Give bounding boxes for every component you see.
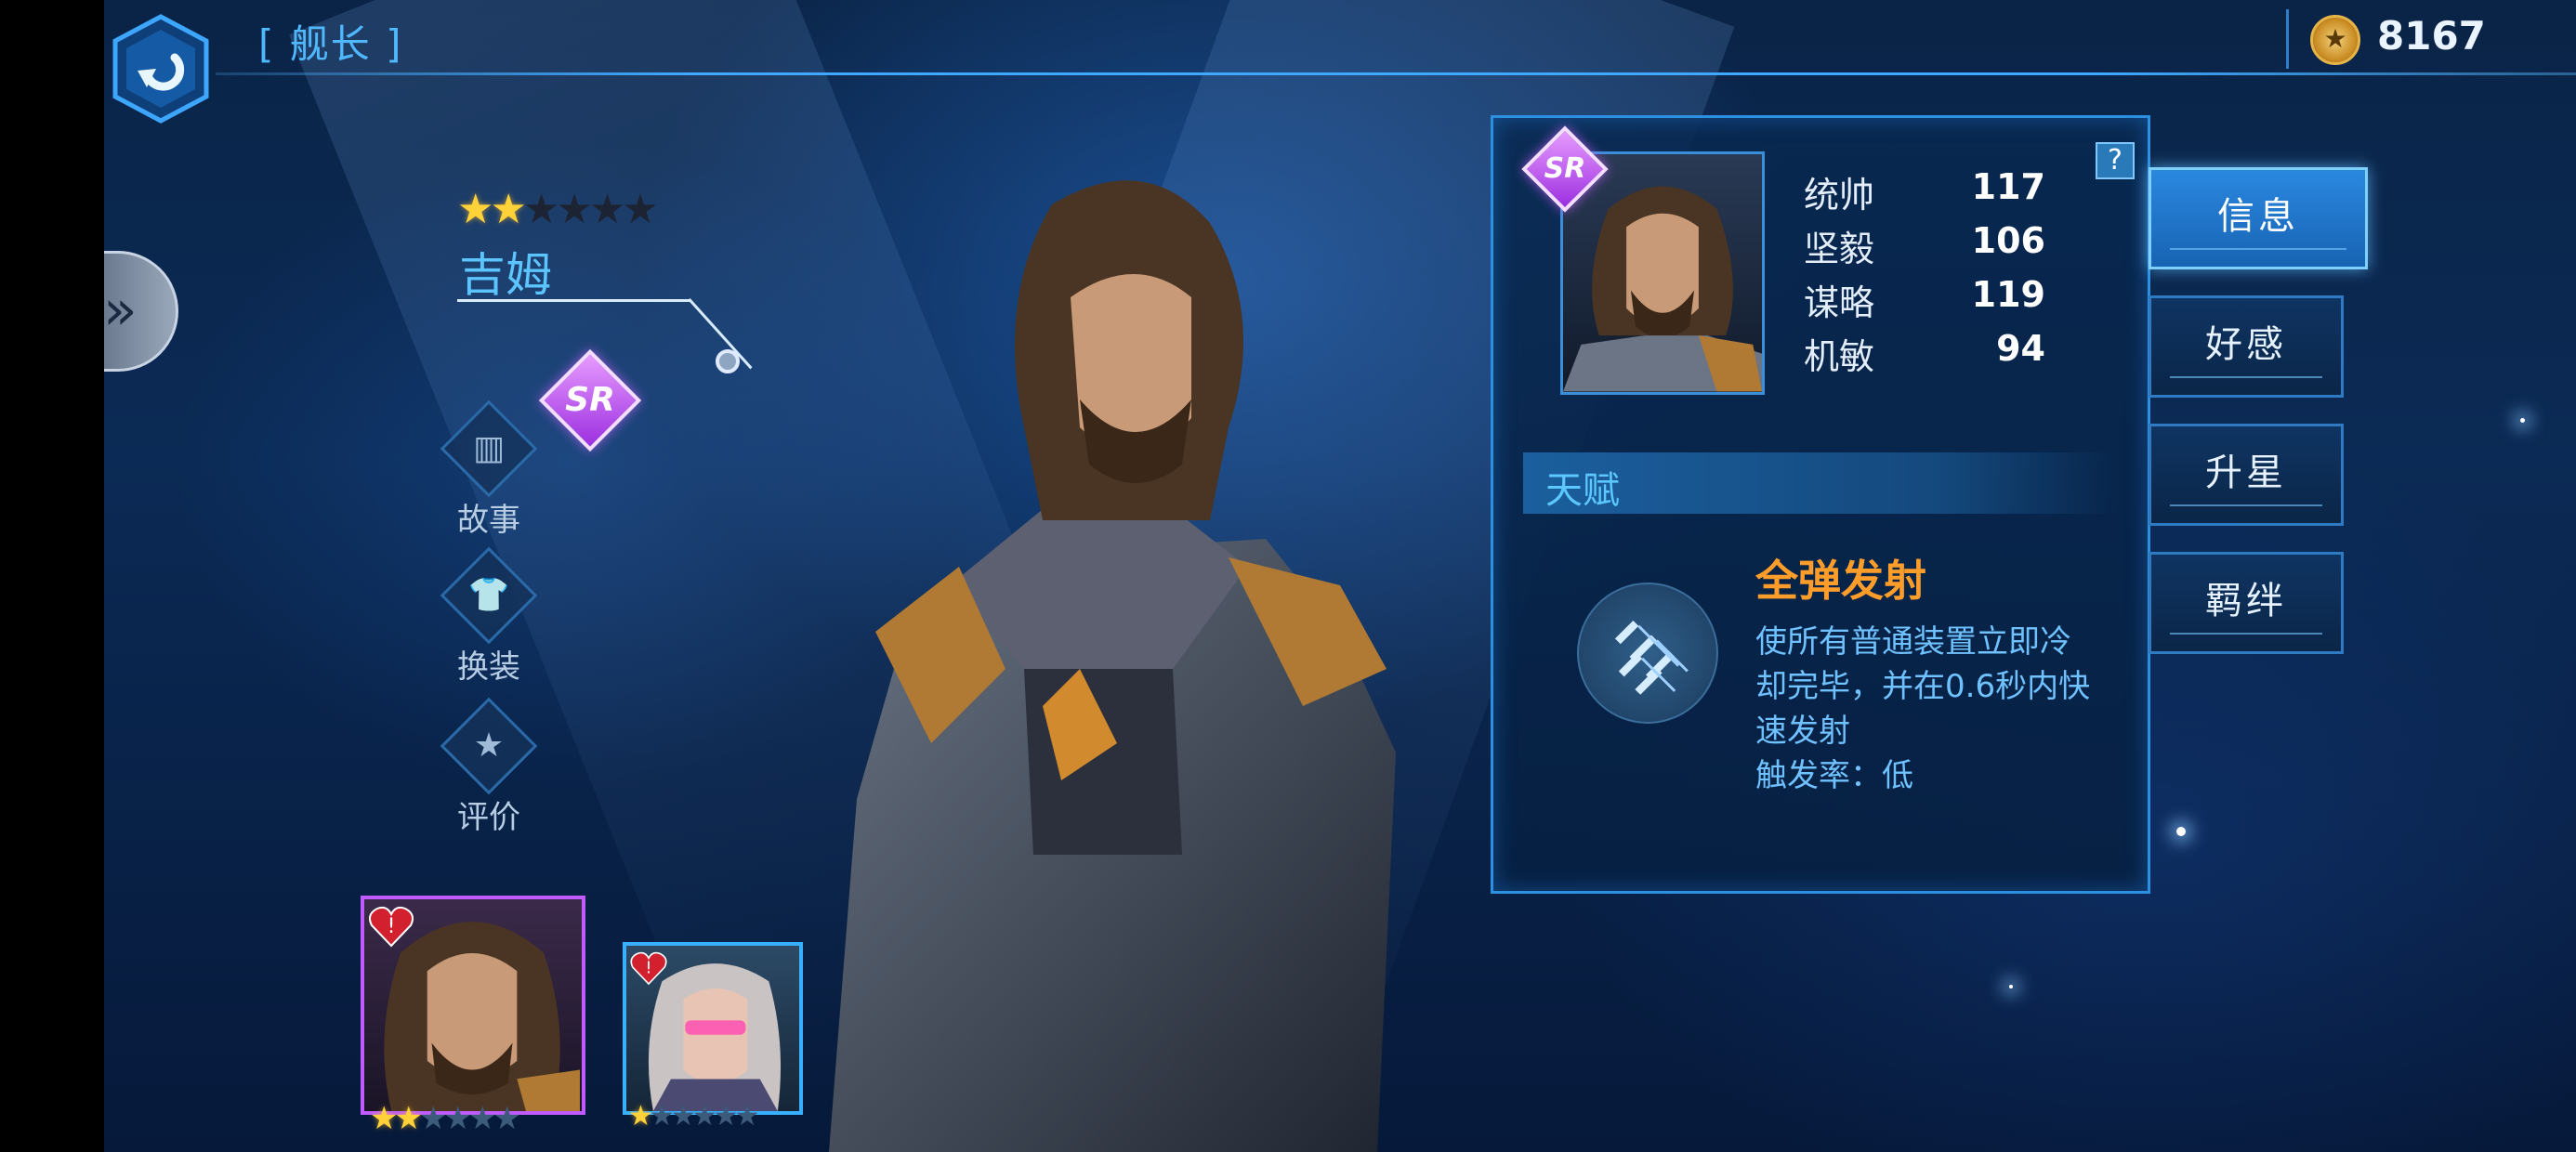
sparkle [2176,827,2186,836]
story-button[interactable]: ▥ 故事 [424,399,554,540]
svg-text:!: ! [645,959,651,978]
stat-row: 统帅 117 [1804,166,2045,218]
game-screen: [ 舰长 ] ★ 8167 » ★★★★★★ 吉姆 SR ▥ 故事 👕 换装 ★… [104,0,2576,1152]
name-node [716,349,740,373]
star-rating: ★★★★★★ [457,186,659,233]
divider [2286,9,2289,69]
captain-stars: ★★★★★★ [628,1100,760,1132]
character-name: 吉姆 [459,248,552,302]
sparkle [2520,418,2525,423]
chevron-right-icon: » [104,278,138,343]
character-portrait [829,180,1396,1152]
captain-stars: ★★★★★★ [370,1100,521,1137]
stat-row: 机敏 94 [1804,328,2045,380]
skill-description: 速发射 [1755,713,1850,750]
svg-text:!: ! [388,915,396,938]
review-button[interactable]: ★ 评价 [424,697,554,837]
star-filled-icon: ★ [490,186,527,233]
coin-balance: 8167 [2377,13,2486,59]
captain-card-selected[interactable]: ! [361,896,585,1115]
stat-value: 117 [1971,166,2045,207]
star-empty-icon: ★ [713,1100,739,1132]
side-drawer-button[interactable]: » [104,251,178,372]
review-icon: ★ [440,697,538,795]
star-empty-icon: ★ [556,186,593,233]
missile-icon [1577,583,1718,724]
star-empty-icon: ★ [734,1100,760,1132]
star-empty-icon: ★ [622,186,659,233]
star-filled-icon: ★ [394,1100,423,1137]
sparkle [2009,985,2013,988]
star-filled-icon: ★ [628,1100,653,1132]
captain-card[interactable]: ! [623,942,803,1115]
coin-icon: ★ [2310,15,2360,65]
tab-info[interactable]: 信息 [2149,167,2368,269]
top-bar: [ 舰长 ] ★ 8167 [104,0,2576,124]
help-button[interactable]: ? [2096,142,2135,179]
stat-name: 机敏 [1804,336,1875,377]
hero-thumbnail-art [1563,186,1762,392]
stat-value: 119 [1971,274,2045,315]
tab-bonds[interactable]: 羁绊 [2149,552,2344,654]
star-empty-icon: ★ [588,186,626,233]
book-icon: ▥ [440,399,538,498]
skill-name: 全弹发射 [1755,556,1926,606]
star-filled-icon: ★ [457,186,494,233]
star-empty-icon: ★ [418,1100,448,1137]
star-empty-icon: ★ [670,1100,696,1132]
star-empty-icon: ★ [522,186,560,233]
shirt-icon: 👕 [440,546,538,645]
stat-value: 106 [1971,220,2045,261]
stat-row: 坚毅 106 [1804,220,2045,272]
header-line [216,72,2576,75]
skill-description: 却完毕，并在0.6秒内快 [1755,668,2091,705]
stat-value: 94 [1996,328,2045,369]
stat-row: 谋略 119 [1804,274,2045,326]
star-filled-icon: ★ [370,1100,399,1137]
stat-name: 谋略 [1804,282,1875,323]
star-empty-icon: ★ [467,1100,497,1137]
outfit-button[interactable]: 👕 换装 [424,546,554,687]
stat-name: 统帅 [1804,175,1875,216]
page-title: [ 舰长 ] [258,21,403,67]
tab-affinity[interactable]: 好感 [2149,295,2344,398]
star-empty-icon: ★ [443,1100,472,1137]
star-empty-icon: ★ [649,1100,675,1132]
heart-icon: ! [369,906,414,948]
star-empty-icon: ★ [493,1100,521,1137]
trigger-rate: 触发率：低 [1755,757,1913,794]
name-underline [457,299,690,302]
skill-description: 使所有普通装置立即冷 [1755,623,2071,661]
info-panel: ? SR 统帅 117 坚毅 106 谋略 119 机敏 94 天赋 全弹发射 … [1491,115,2150,894]
talent-header: 天赋 [1523,452,2118,514]
tab-star-up[interactable]: 升星 [2149,424,2344,526]
heart-icon: ! [630,951,667,986]
stat-name: 坚毅 [1804,229,1875,269]
back-button[interactable] [110,13,212,124]
star-empty-icon: ★ [691,1100,717,1132]
talent-title: 天赋 [1545,469,1620,512]
